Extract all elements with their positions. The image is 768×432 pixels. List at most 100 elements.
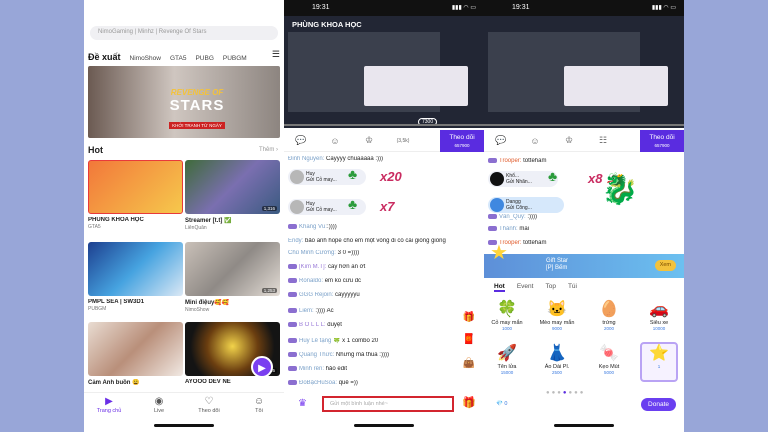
gift-item[interactable]: 🚀 Tên lửa 15000 [488,344,526,375]
more-link[interactable]: Thêm › [259,147,278,153]
gift-tab-hot[interactable]: Hot [494,283,505,292]
bag-icon[interactable]: 👜 [462,358,476,372]
promo-banner[interactable]: REVENGE OF STARS KHỞI TRANH TỪ NGÀY [88,66,280,138]
search-input[interactable]: NimoGaming | Minhz | Revenge Of Stars [90,26,278,40]
nav-label: Trang chủ [96,408,122,414]
chat-message: Ronaldo: em ko cứu đc [288,278,463,285]
follow-button[interactable]: Theo dõi 657900 [640,130,684,152]
gift-price: 2000 [603,326,614,331]
chat-user[interactable]: Endy: [288,238,303,244]
emoji-icon[interactable]: ♛ [298,398,307,409]
chat-user[interactable]: Liêm: [299,308,314,314]
nav-label: Live [153,408,165,414]
gift-item[interactable]: 🍬 Kẹo Mút 5000 [590,344,628,375]
rank-tab-icon[interactable]: ♔ [552,135,586,146]
stream-card[interactable]: Cảm Anh buồn 😩 [88,322,183,386]
chat-user[interactable]: Minh rên: [299,366,324,372]
live-room-gifts: 19:31 ▮▮▮ ◠ ▭ 💬 ☺ ♔ ☷ Theo dõi 657900 Troo… [484,0,684,432]
chat-user[interactable]: [Kim M.T]: [299,264,326,270]
nav-me[interactable]: ☺ Tôi [239,396,279,432]
tab-pubgm[interactable]: PUBGM [223,55,247,62]
chat-user[interactable]: Vân_Quý: [499,214,526,220]
chat-message: Quang Thức: Nhưng mà thua :)))) [288,352,463,359]
video-player[interactable] [484,16,684,128]
status-bar: 19:31 ▮▮▮ ◠ ▭ [484,0,684,16]
menu-icon[interactable]: ☰ [272,49,280,60]
chat-user[interactable]: Khang Vũ: [299,224,327,230]
chat-user[interactable]: Trooper: [499,158,521,164]
follow-button[interactable]: Theo dõi 657900 [440,130,484,152]
chat-message: Liêm: :)))) Ác [288,308,463,315]
clover-icon: ♣ [348,166,358,182]
chat-input[interactable]: Gửi một bình luận nhé~ [322,396,454,412]
profile-tab-icon[interactable]: ☺ [318,136,352,146]
gift-tab-event[interactable]: Event [517,283,534,292]
user-badge: Dangg Gửi Công... [488,196,668,214]
chat-tab-icon[interactable]: 💬 [484,135,518,146]
profile-tab-icon[interactable]: ☺ [518,136,552,146]
chat-message: Huy Lê tặng 🍀 x 1 combo 20 [288,338,463,345]
stream-card[interactable]: 1,253 Mini điệuy🥰🥰 NimoShow [185,242,280,313]
badge-desc: Gửi Công... [506,205,532,211]
stream-card[interactable]: PHÙNG KHOA HỌC GTA5 [88,160,183,230]
gift-item[interactable]: 🚗 Siêu xe 10000 [640,300,678,331]
gift-item[interactable]: 🐱 Mèo may mắn 9000 [538,300,576,331]
chat-user[interactable]: B O L L L: [299,322,326,328]
coin-balance[interactable]: 💎 0 [496,401,507,407]
chat-message: B O L L L: duyệt [288,322,463,329]
category-tabs: Đề xuất NimoShow GTA5 PUBG PUBGM [88,50,280,62]
chat-user[interactable]: GGG Rejoin: [299,292,333,298]
star-icon: ★ [490,242,508,264]
rank-tab-icon[interactable]: ♔ [352,135,386,146]
chat-tab-icon[interactable]: 💬 [284,135,318,146]
gift-price: 1000 [501,326,512,331]
gift-item[interactable]: 🥚 trứng 2000 [590,300,628,331]
stream-thumbnail [88,242,183,296]
home-screen: NimoGaming | Minhz | Revenge Of Stars Đề… [84,0,284,432]
chat-user[interactable]: Thành: [499,226,518,232]
stream-category: GTA5 [88,224,101,230]
fans-tab[interactable]: (3,5k) [386,138,420,144]
stream-card[interactable]: 1,316 Streamer [t.t] ✅ LiênQuân [185,160,280,231]
chat-user[interactable]: Ronaldo: [299,278,323,284]
chat-text: cayyyyyu [333,292,360,299]
stream-card[interactable]: PMPL SEA | SW3D1 PUBGM [88,242,183,312]
egg-icon: 🥚 [599,301,619,318]
follow-label: Theo dõi [649,134,675,141]
go-live-button[interactable]: ▶ [251,356,273,378]
follower-count: 657900 [654,143,670,148]
banner-line1: REVENGE OF [170,88,224,97]
progress-bar[interactable] [284,124,484,126]
tab-gta5[interactable]: GTA5 [170,55,187,62]
donate-button[interactable]: Donate [641,398,676,411]
chat-text: 🍀 x 1 combo 20 [331,338,379,345]
tab-recommended[interactable]: Đề xuất [88,52,121,62]
gift-icon[interactable]: 🎁 [462,396,476,409]
nav-home[interactable]: ▶ Trang chủ [89,396,129,432]
tab-nimoshow[interactable]: NimoShow [130,55,161,62]
chat-user[interactable]: ĐỗBậcHuSoa: [299,380,337,386]
fans-tab-icon[interactable]: ☷ [586,135,620,146]
clock: 19:31 [512,4,530,11]
gift-item-selected[interactable]: ⭐ 1 [640,342,678,382]
tab-pubg[interactable]: PUBG [195,55,213,62]
banner-sub: [P] Bếm [546,265,568,271]
chat-text: cay hơn ăn ớt [326,264,366,271]
stream-category: LiênQuân [185,225,207,231]
gift-box-icon[interactable]: 🎁 [462,312,476,326]
gift-item[interactable]: 🍀 Cỏ may mắn 1000 [488,300,526,331]
treasure-icon[interactable]: 🧧 [462,334,476,348]
chat-user[interactable]: Đinh Nguyễn: [288,156,324,162]
chat-user[interactable]: Quang Thức: [299,352,334,358]
progress-bar[interactable] [484,124,684,126]
banner-button[interactable]: Xem [654,260,676,271]
gift-tab-top[interactable]: Top [545,283,555,292]
heart-icon: ♡ [204,396,214,407]
chat-user[interactable]: Chủ Minh Cường: [288,250,336,256]
video-player[interactable]: PHÙNG KHOA HỌC 7300 [284,16,484,128]
chat-user[interactable]: Huy Lê tặng [299,338,331,344]
gift-item[interactable]: 👗 Áo Dài Pl. 2500 [538,344,576,375]
gift-tab-bag[interactable]: Túi [568,283,577,292]
chat-message: Minh rên: hảo edit [288,366,463,373]
gift-star-banner[interactable]: ★ Gift Star [P] Bếm Xem [484,243,684,278]
